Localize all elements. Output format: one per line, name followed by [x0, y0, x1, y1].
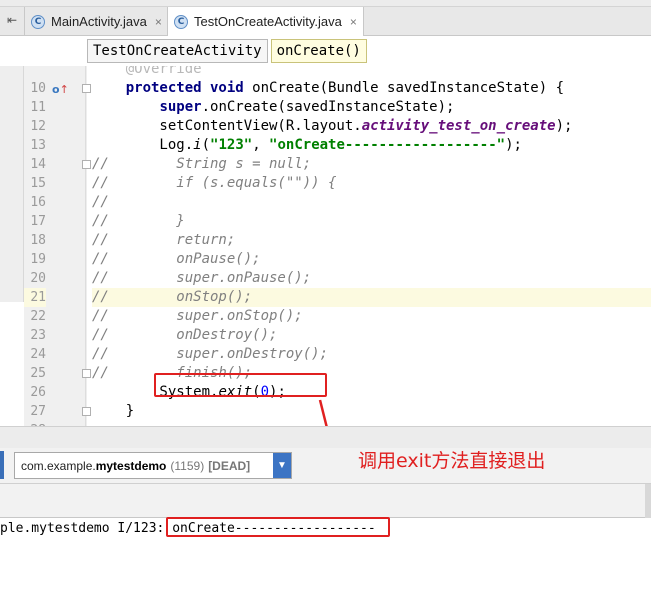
- process-package-prefix: com.example.: [21, 458, 96, 473]
- process-pid: (1159): [170, 458, 205, 473]
- process-selector[interactable]: com.example. mytestdemo (1159) [DEAD] ▼: [14, 452, 292, 479]
- logcat-toolbar: [0, 484, 651, 518]
- log-prefix: ple.mytestdemo I/123:: [0, 521, 173, 536]
- scrollbar[interactable]: [645, 484, 651, 518]
- process-state: [DEAD]: [208, 458, 251, 473]
- logcat-device-bar: com.example. mytestdemo (1159) [DEAD] ▼: [0, 448, 651, 484]
- process-package-name: mytestdemo: [95, 458, 167, 473]
- device-selector-edge[interactable]: [0, 451, 4, 479]
- panel-splitter[interactable]: [0, 426, 651, 448]
- annotation-text: 调用exit方法直接退出: [358, 450, 546, 472]
- log-message-highlight-box: [166, 517, 390, 537]
- chevron-down-icon[interactable]: ▼: [273, 453, 291, 478]
